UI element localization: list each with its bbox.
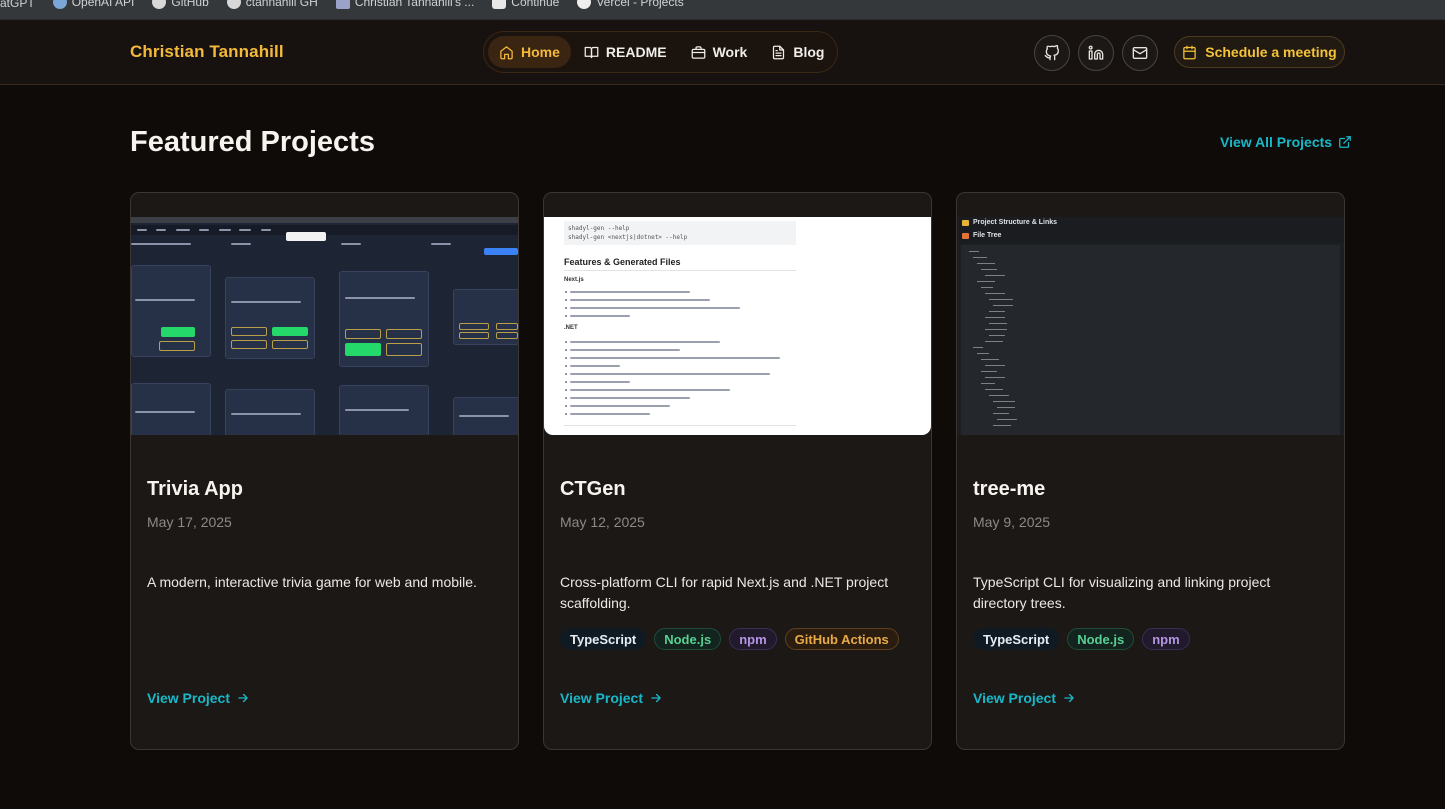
view-all-projects-link[interactable]: View All Projects — [1220, 134, 1352, 150]
view-project-label: View Project — [147, 690, 231, 706]
bookmark-github[interactable]: GitHub — [152, 0, 209, 9]
thumb-subheading-dotnet: .NET — [564, 325, 578, 331]
arrow-right-icon — [1064, 693, 1074, 703]
project-date: May 17, 2025 — [147, 514, 232, 530]
briefcase-icon — [691, 45, 705, 59]
view-project-link[interactable]: View Project — [973, 690, 1076, 706]
bookmark-label: atGPT — [0, 0, 35, 10]
nav-home-label: Home — [521, 44, 560, 60]
continue-icon — [492, 0, 507, 9]
thumb-label-structure-text: Project Structure & Links — [973, 219, 1058, 226]
openai-icon — [52, 0, 67, 9]
github-icon — [226, 0, 241, 9]
bookmark-ctannahill-gh[interactable]: ctannahill GH — [226, 0, 318, 9]
github-link[interactable] — [1034, 35, 1070, 71]
project-card-tree-me[interactable]: Project Structure & Links File Tree tree… — [956, 192, 1345, 750]
bookmarks-bar: atGPT OpenAI API GitHub ctannahill GH Ch… — [0, 0, 1445, 20]
project-thumbnail: Project Structure & Links File Tree — [957, 217, 1344, 435]
bookmark-label: Vercel - Projects — [596, 0, 684, 9]
view-project-label: View Project — [973, 690, 1057, 706]
project-title: CTGen — [560, 478, 626, 500]
schedule-meeting-button[interactable]: Schedule a meeting — [1174, 36, 1345, 68]
project-date: May 9, 2025 — [973, 514, 1051, 530]
site-header: Christian Tannahill Home README Work Blo… — [0, 20, 1445, 85]
project-title: tree-me — [973, 478, 1046, 500]
bookmark-label: Continue — [511, 0, 560, 9]
project-thumbnail — [131, 217, 518, 435]
bookmark-label: GitHub — [171, 0, 209, 9]
tag-github-actions: GitHub Actions — [784, 628, 899, 650]
schedule-meeting-label: Schedule a meeting — [1205, 44, 1337, 60]
arrow-right-icon — [238, 693, 248, 703]
view-project-link[interactable]: View Project — [147, 690, 250, 706]
thumb-label-structure: Project Structure & Links — [962, 219, 1057, 226]
project-description: A modern, interactive trivia game for we… — [147, 574, 477, 590]
project-title: Trivia App — [147, 478, 243, 500]
nav-home[interactable]: Home — [488, 36, 571, 68]
book-icon — [584, 46, 599, 58]
nav-blog[interactable]: Blog — [760, 36, 835, 68]
tag-nodejs: Node.js — [654, 628, 722, 650]
thumb-label-file-tree: File Tree — [962, 232, 1001, 239]
view-all-label: View All Projects — [1220, 134, 1333, 150]
view-project-label: View Project — [560, 690, 644, 706]
tag-npm: npm — [729, 628, 777, 650]
tag-typescript: TypeScript — [973, 628, 1060, 650]
project-thumbnail: shadyl-gen --help shadyl-gen <nextjs|dot… — [544, 217, 931, 435]
bookmark-label: Christian Tannahill's ... — [354, 0, 475, 9]
project-card-ctgen[interactable]: shadyl-gen --help shadyl-gen <nextjs|dot… — [543, 192, 932, 750]
project-date: May 12, 2025 — [560, 514, 645, 530]
bookmark-label: ctannahill GH — [245, 0, 318, 9]
mail-icon — [1132, 47, 1148, 59]
bookmark-chatgpt[interactable]: atGPT — [0, 0, 35, 9]
linkedin-link[interactable] — [1078, 35, 1114, 71]
main-nav: Home README Work Blog — [483, 31, 838, 73]
nav-readme-label: README — [605, 44, 667, 60]
image-icon — [335, 0, 350, 9]
bookmark-vercel[interactable]: Vercel - Projects — [577, 0, 684, 9]
section-title: Featured Projects — [130, 126, 375, 158]
project-card-trivia-app[interactable]: Trivia App May 17, 2025 A modern, intera… — [130, 192, 519, 750]
thumb-label-file-tree-text: File Tree — [973, 232, 1002, 239]
github-icon — [152, 0, 167, 9]
tag-typescript: TypeScript — [560, 628, 647, 650]
thumb-subheading-nextjs: Next.js — [564, 277, 584, 283]
linkedin-icon — [1088, 45, 1104, 60]
bookmark-christian-tannahill[interactable]: Christian Tannahill's ... — [335, 0, 475, 9]
thumb-heading: Features & Generated Files — [564, 257, 681, 267]
project-description: TypeScript CLI for visualizing and linki… — [973, 574, 1271, 611]
tag-list: TypeScript Node.js npm — [973, 628, 1190, 650]
nav-blog-label: Blog — [793, 44, 825, 60]
tag-npm: npm — [1142, 628, 1190, 650]
project-description: Cross-platform CLI for rapid Next.js and… — [560, 574, 889, 611]
nav-work-label: Work — [712, 44, 748, 60]
view-project-link[interactable]: View Project — [560, 690, 663, 706]
calendar-icon — [1183, 45, 1196, 59]
bookmark-continue[interactable]: Continue — [492, 0, 559, 9]
thumb-cmd-1: shadyl-gen --help — [568, 225, 630, 232]
thumb-cmd-2: shadyl-gen <nextjs|dotnet> --help — [568, 234, 688, 241]
document-icon — [773, 45, 785, 59]
nav-readme[interactable]: README — [573, 36, 678, 68]
email-link[interactable] — [1122, 35, 1158, 71]
github-icon — [1044, 45, 1059, 61]
arrow-right-icon — [651, 693, 661, 703]
tag-nodejs: Node.js — [1067, 628, 1135, 650]
nav-work[interactable]: Work — [680, 36, 759, 68]
external-link-icon — [1339, 136, 1351, 148]
tag-list: TypeScript Node.js npm GitHub Actions — [560, 628, 899, 650]
bookmark-label: OpenAI API — [71, 0, 135, 9]
vercel-icon — [577, 0, 592, 9]
bookmark-openai-api[interactable]: OpenAI API — [52, 0, 135, 9]
home-icon — [500, 45, 513, 59]
brand-name[interactable]: Christian Tannahill — [130, 42, 284, 62]
